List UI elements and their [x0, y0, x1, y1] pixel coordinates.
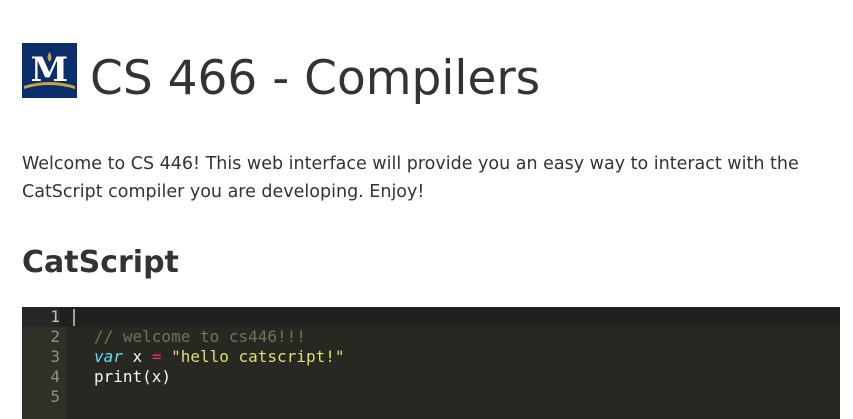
intro-paragraph: Welcome to CS 446! This web interface wi… [22, 154, 799, 202]
editor-line[interactable]: 4 print(x) [22, 367, 840, 387]
code-token-op: = [151, 347, 162, 366]
code-token-string: "hello catscript!" [171, 347, 345, 366]
text-cursor [73, 309, 75, 326]
logo-mark-icon: M [22, 43, 77, 98]
code-token-comment: // welcome to cs446!!! [94, 327, 306, 346]
code-token-plain: print(x) [94, 367, 172, 386]
section-title-catscript: CatScript [22, 245, 179, 280]
code-token-keyword: var [94, 347, 123, 366]
code-editor[interactable]: 1 2 // welcome to cs446!!! 3 var x = "hello … [22, 307, 840, 419]
line-number: 3 [50, 347, 60, 366]
line-number: 4 [50, 367, 60, 386]
line-code[interactable]: // welcome to cs446!!! [94, 327, 306, 347]
line-code[interactable]: var x = "hello catscript!" [94, 347, 344, 367]
page-title: CS 466 - Compilers [90, 51, 541, 106]
line-number: 5 [50, 387, 60, 406]
line-number: 2 [50, 327, 60, 346]
code-token-plain: x [122, 347, 152, 366]
university-logo: M [22, 43, 77, 98]
line-code[interactable]: print(x) [94, 367, 171, 387]
editor-line[interactable]: 1 [22, 307, 840, 327]
page-header: M CS 466 - Compilers [22, 43, 540, 109]
line-number: 1 [22, 307, 60, 327]
editor-line[interactable]: 3 var x = "hello catscript!" [22, 347, 840, 367]
editor-line[interactable]: 5 [22, 387, 840, 407]
editor-line[interactable]: 2 // welcome to cs446!!! [22, 327, 840, 347]
page: M CS 466 - Compilers Welcome to CS 446! … [0, 0, 853, 419]
